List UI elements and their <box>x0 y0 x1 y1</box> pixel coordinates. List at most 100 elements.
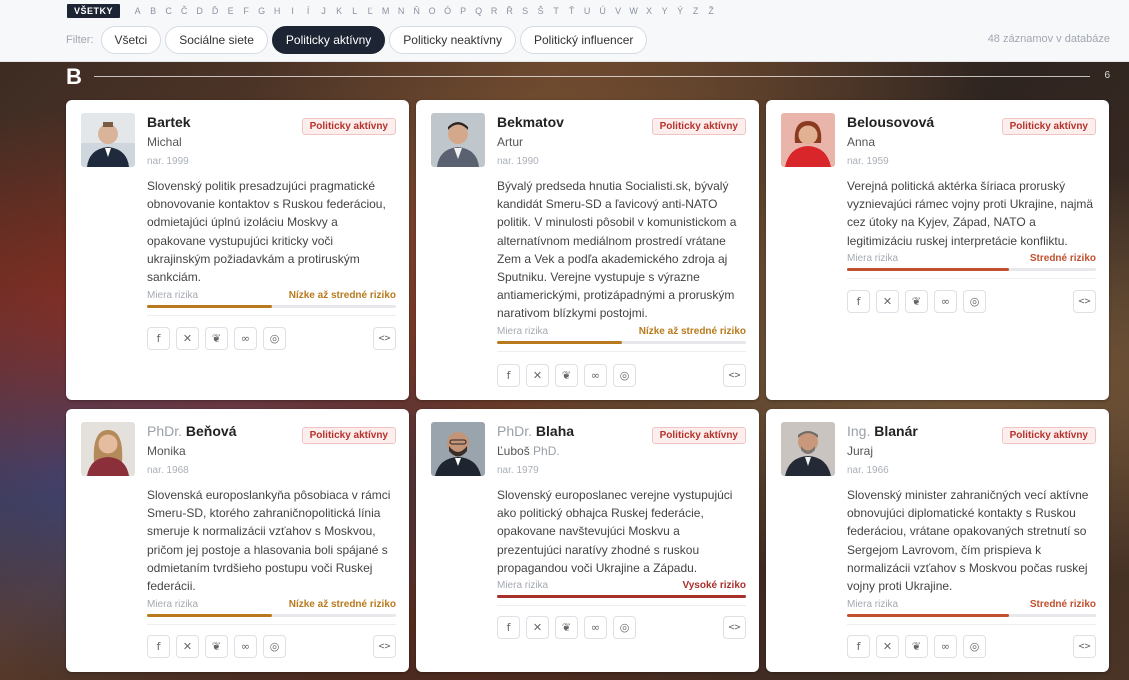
x-icon[interactable]: ✕ <box>876 635 899 658</box>
person-name[interactable]: PhDr. Blaha <box>497 423 574 439</box>
section-count: 6 <box>1104 70 1110 81</box>
alphabet-letter[interactable]: U <box>580 6 596 16</box>
person-name[interactable]: Bartek <box>147 114 191 130</box>
alphabet-letter[interactable]: H <box>270 6 286 16</box>
alphabet-letter[interactable]: X <box>642 6 658 16</box>
status-badge: Politicky aktívny <box>651 427 746 444</box>
risk-label: Miera rizika <box>847 599 899 610</box>
facebook-icon[interactable]: f <box>847 635 870 658</box>
alphabet-letter[interactable]: Ľ <box>363 6 379 16</box>
alphabet-letter[interactable]: A <box>130 6 146 16</box>
bluesky-icon[interactable]: ❦ <box>205 327 228 350</box>
globe-icon[interactable]: ◎ <box>613 616 636 639</box>
alphabet-letter[interactable]: D <box>192 6 208 16</box>
profile-card[interactable]: Bekmatov Artur nar. 1990 Politicky aktívny B… <box>416 100 759 400</box>
surname: Blanár <box>874 423 918 439</box>
alphabet-letter[interactable]: P <box>456 6 472 16</box>
link-icon[interactable]: ∞ <box>234 327 257 350</box>
bluesky-icon[interactable]: ❦ <box>555 616 578 639</box>
alphabet-letter[interactable]: Y <box>657 6 673 16</box>
facebook-icon[interactable]: f <box>847 290 870 313</box>
alphabet-letter[interactable]: Q <box>471 6 487 16</box>
bluesky-icon[interactable]: ❦ <box>555 364 578 387</box>
profile-card[interactable]: Belousovová Anna nar. 1959 Politicky aktívn… <box>766 100 1109 400</box>
profile-card[interactable]: PhDr. Beňová Monika nar. 1968 Politicky akt… <box>66 409 409 672</box>
status-badge: Politicky aktívny <box>1001 118 1096 135</box>
person-name[interactable]: PhDr. Beňová <box>147 423 236 439</box>
link-icon[interactable]: ∞ <box>934 290 957 313</box>
alphabet-letter[interactable]: Í <box>301 6 317 16</box>
bluesky-icon[interactable]: ❦ <box>905 290 928 313</box>
alphabet-letter[interactable]: G <box>254 6 270 16</box>
link-icon[interactable]: ∞ <box>234 635 257 658</box>
alphabet-letter[interactable]: Ý <box>673 6 689 16</box>
bluesky-icon[interactable]: ❦ <box>905 635 928 658</box>
globe-icon[interactable]: ◎ <box>963 635 986 658</box>
alphabet-letter[interactable]: L <box>347 6 363 16</box>
alphabet-letter[interactable]: Ň <box>409 6 425 16</box>
alphabet-letter[interactable]: N <box>394 6 410 16</box>
globe-icon[interactable]: ◎ <box>263 635 286 658</box>
alphabet-letter[interactable]: I <box>285 6 301 16</box>
x-icon[interactable]: ✕ <box>876 290 899 313</box>
x-icon[interactable]: ✕ <box>176 327 199 350</box>
link-icon[interactable]: ∞ <box>934 635 957 658</box>
globe-icon[interactable]: ◎ <box>963 290 986 313</box>
facebook-icon[interactable]: f <box>497 616 520 639</box>
alphabet-letter[interactable]: B <box>146 6 162 16</box>
profile-card[interactable]: Bartek Michal nar. 1999 Politicky aktívny Sl… <box>66 100 409 400</box>
link-icon[interactable]: ∞ <box>584 616 607 639</box>
code-icon[interactable]: <> <box>1073 635 1096 658</box>
social-links: f ✕ ❦ ∞ ◎ <box>147 635 286 658</box>
alphabet-letter[interactable]: V <box>611 6 627 16</box>
alphabet-letter[interactable]: W <box>626 6 642 16</box>
person-name[interactable]: Bekmatov <box>497 114 564 130</box>
alphabet-letter[interactable]: Ž <box>704 6 720 16</box>
x-icon[interactable]: ✕ <box>526 364 549 387</box>
facebook-icon[interactable]: f <box>147 327 170 350</box>
code-icon[interactable]: <> <box>373 327 396 350</box>
alphabet-letter[interactable]: R <box>487 6 503 16</box>
code-icon[interactable]: <> <box>723 616 746 639</box>
filter-chip-politicky-aktivny[interactable]: Politicky aktívny <box>271 26 386 54</box>
alphabet-letter[interactable]: Z <box>688 6 704 16</box>
alphabet-letter[interactable]: M <box>378 6 394 16</box>
link-icon[interactable]: ∞ <box>584 364 607 387</box>
alphabet-letter[interactable]: F <box>239 6 255 16</box>
alphabet-letter[interactable]: K <box>332 6 348 16</box>
alphabet-letter[interactable]: Ť <box>564 6 580 16</box>
alphabet-letter[interactable]: S <box>518 6 534 16</box>
alphabet-letter[interactable]: O <box>425 6 441 16</box>
alphabet-letter[interactable]: Ú <box>595 6 611 16</box>
person-name[interactable]: Ing. Blanár <box>847 423 918 439</box>
filter-chip-politicky-neaktivny[interactable]: Politicky neaktívny <box>389 26 516 54</box>
code-icon[interactable]: <> <box>723 364 746 387</box>
alphabet-letter[interactable]: Š <box>533 6 549 16</box>
x-icon[interactable]: ✕ <box>526 616 549 639</box>
x-icon[interactable]: ✕ <box>176 635 199 658</box>
alphabet-letter[interactable]: Ř <box>502 6 518 16</box>
description: Slovenský europoslanec verejne vystupujú… <box>497 488 733 575</box>
profile-card[interactable]: Ing. Blanár Juraj nar. 1966 Politicky aktív… <box>766 409 1109 672</box>
filter-chip-socialne-siete[interactable]: Sociálne siete <box>165 26 268 54</box>
alphabet-letter[interactable]: J <box>316 6 332 16</box>
facebook-icon[interactable]: f <box>497 364 520 387</box>
globe-icon[interactable]: ◎ <box>263 327 286 350</box>
alphabet-letter[interactable]: T <box>549 6 565 16</box>
alphabet-letter[interactable]: Ď <box>208 6 224 16</box>
alphabet-letter[interactable]: Č <box>177 6 193 16</box>
filter-chip-politicky-influencer[interactable]: Politický influencer <box>519 26 648 54</box>
code-icon[interactable]: <> <box>1073 290 1096 313</box>
code-icon[interactable]: <> <box>373 635 396 658</box>
facebook-icon[interactable]: f <box>147 635 170 658</box>
bluesky-icon[interactable]: ❦ <box>205 635 228 658</box>
section-header: B 6 <box>66 64 1110 89</box>
filter-chip-vsetci[interactable]: Všetci <box>100 26 162 54</box>
globe-icon[interactable]: ◎ <box>613 364 636 387</box>
alphabet-letter[interactable]: E <box>223 6 239 16</box>
profile-card[interactable]: PhDr. Blaha Ľuboš PhD. nar. 1979 Politicky … <box>416 409 759 672</box>
person-name[interactable]: Belousovová <box>847 114 934 130</box>
alphabet-letter[interactable]: Ó <box>440 6 456 16</box>
alphabet-letter[interactable]: C <box>161 6 177 16</box>
alphabet-all-button[interactable]: VŠETKY <box>67 4 121 18</box>
